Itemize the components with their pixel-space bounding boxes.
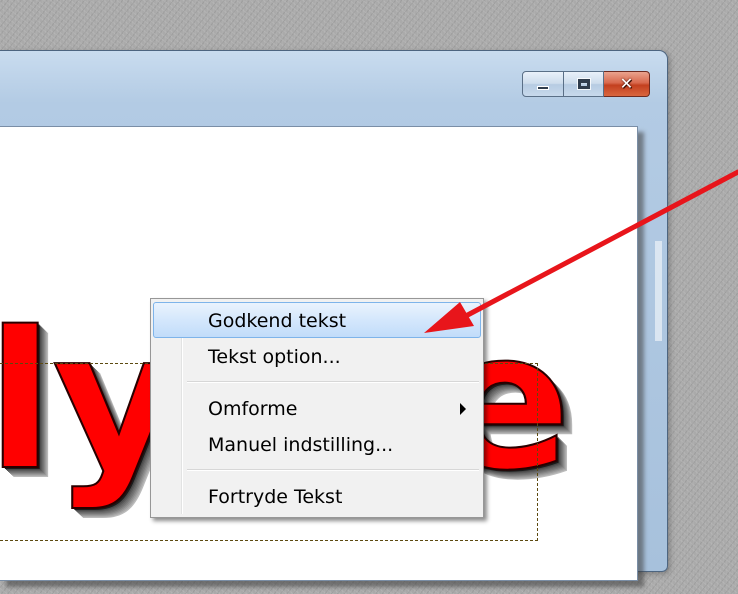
menu-item-label: Fortryde Tekst bbox=[208, 486, 343, 508]
title-bar[interactable]: ✕ bbox=[0, 51, 667, 119]
menu-item-label: Manuel indstilling... bbox=[208, 434, 394, 456]
menu-item-label: Omforme bbox=[208, 398, 298, 420]
close-icon: ✕ bbox=[619, 74, 634, 93]
menu-item-manuel-indstilling[interactable]: Manuel indstilling... bbox=[153, 426, 481, 462]
menu-separator bbox=[187, 469, 479, 471]
context-menu: Godkend tekst Tekst option... Omforme Ma… bbox=[150, 298, 484, 518]
menu-item-omforme[interactable]: Omforme bbox=[153, 390, 481, 426]
scrollbar-track[interactable] bbox=[655, 241, 662, 341]
maximize-button[interactable] bbox=[564, 71, 604, 97]
menu-item-fortryde-tekst[interactable]: Fortryde Tekst bbox=[153, 478, 481, 514]
caption-buttons: ✕ bbox=[522, 71, 650, 97]
menu-item-label: Godkend tekst bbox=[208, 310, 347, 332]
menu-separator bbox=[187, 381, 479, 383]
menu-item-label: Tekst option... bbox=[208, 346, 341, 368]
minimize-button[interactable] bbox=[522, 71, 564, 97]
menu-item-godkend-tekst[interactable]: Godkend tekst bbox=[153, 302, 481, 338]
menu-item-tekst-option[interactable]: Tekst option... bbox=[153, 338, 481, 374]
close-button[interactable]: ✕ bbox=[604, 71, 650, 97]
minimize-icon bbox=[537, 86, 549, 90]
maximize-icon bbox=[576, 78, 591, 90]
submenu-arrow-icon bbox=[460, 403, 466, 415]
